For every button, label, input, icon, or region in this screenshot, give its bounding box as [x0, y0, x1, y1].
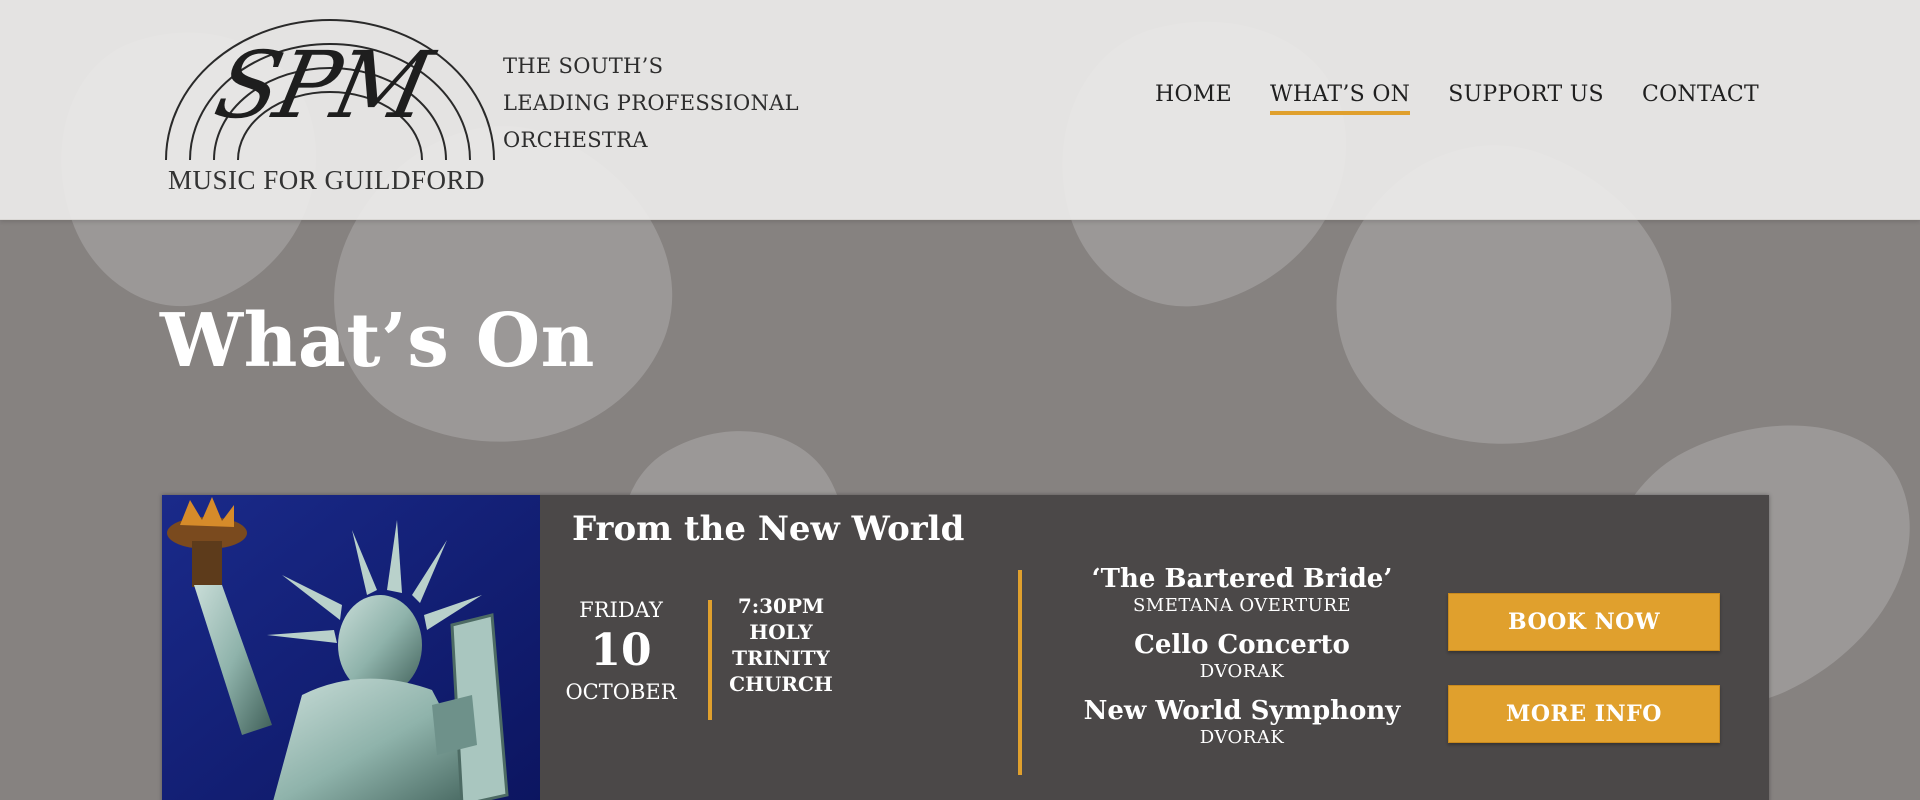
- statue-of-liberty-icon: [162, 495, 540, 800]
- more-info-button[interactable]: MORE INFO: [1448, 685, 1720, 743]
- event-day: FRIDAY: [579, 598, 663, 622]
- tagline-line: LEADING PROFESSIONAL: [503, 91, 799, 115]
- event-venue-line: TRINITY: [732, 646, 830, 670]
- event-month: OCTOBER: [565, 680, 677, 704]
- program-item-title: ‘The Bartered Bride’: [1091, 564, 1393, 594]
- nav-item-home[interactable]: HOME: [1155, 82, 1232, 115]
- page-title: What’s On: [160, 298, 595, 384]
- site-tagline: THE SOUTH’S LEADING PROFESSIONAL ORCHEST…: [503, 48, 799, 159]
- event-venue-line: CHURCH: [729, 672, 833, 696]
- program-item-composer: DVORAK: [1199, 727, 1285, 748]
- program-item-title: Cello Concerto: [1134, 630, 1350, 660]
- program-item-composer: SMETANA OVERTURE: [1132, 595, 1352, 616]
- tagline-line: THE SOUTH’S: [503, 54, 664, 78]
- site-header: SPM MUSIC FOR GUILDFORD THE SOUTH’S LEAD…: [0, 0, 1920, 220]
- program-item: Cello Concerto DVORAK: [1062, 629, 1422, 683]
- program-item: ‘The Bartered Bride’ SMETANA OVERTURE: [1062, 563, 1422, 617]
- event-date: FRIDAY 10 OCTOBER: [559, 598, 683, 704]
- event-program: ‘The Bartered Bride’ SMETANA OVERTURE Ce…: [1062, 563, 1422, 761]
- program-divider: [1018, 570, 1022, 775]
- event-time-venue: 7:30PM HOLY TRINITY CHURCH: [722, 593, 840, 697]
- statue-of-liberty-image[interactable]: [162, 495, 540, 800]
- nav-item-support-us[interactable]: SUPPORT US: [1448, 82, 1604, 115]
- nav-item-contact[interactable]: CONTACT: [1642, 82, 1759, 115]
- logo-monogram: SPM: [206, 32, 437, 139]
- date-divider: [708, 600, 712, 720]
- nav-item-whats-on[interactable]: WHAT’S ON: [1270, 82, 1411, 115]
- event-card: From the New World FRIDAY 10 OCTOBER 7:3…: [162, 495, 1769, 800]
- program-item: New World Symphony DVORAK: [1062, 695, 1422, 749]
- main-nav: HOME WHAT’S ON SUPPORT US CONTACT: [1155, 82, 1797, 115]
- logo-subtitle: MUSIC FOR GUILDFORD: [168, 165, 486, 195]
- program-item-title: New World Symphony: [1083, 696, 1401, 726]
- event-time: 7:30PM: [737, 594, 825, 618]
- tagline-line: ORCHESTRA: [503, 128, 648, 152]
- program-item-composer: DVORAK: [1199, 661, 1285, 682]
- book-now-button[interactable]: BOOK NOW: [1448, 593, 1720, 651]
- event-day-number: 10: [590, 625, 652, 676]
- site-logo[interactable]: SPM MUSIC FOR GUILDFORD: [160, 10, 500, 195]
- event-venue-line: HOLY: [749, 620, 813, 644]
- event-title[interactable]: From the New World: [572, 509, 964, 549]
